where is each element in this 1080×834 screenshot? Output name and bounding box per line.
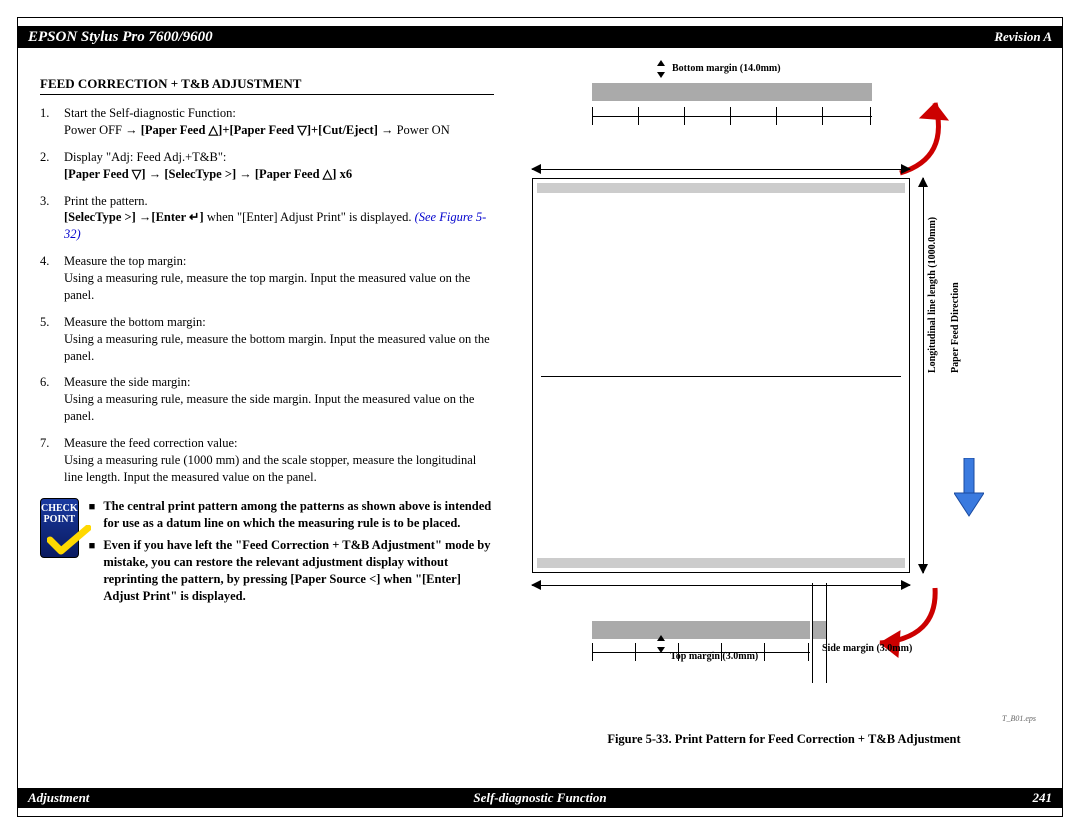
- step-4: Measure the top margin: Using a measurin…: [40, 253, 494, 304]
- step-3: Print the pattern. [SelecType >] →[Enter…: [40, 193, 494, 244]
- left-column: FEED CORRECTION + T&B ADJUSTMENT Start t…: [18, 58, 508, 776]
- label-top-margin: Top margin (3.0mm): [670, 651, 758, 662]
- dim-bottom-margin: [657, 66, 667, 82]
- eps-filename: T_B01.eps: [1002, 714, 1036, 723]
- side-slice: [812, 621, 826, 639]
- header-bar: EPSON Stylus Pro 7600/9600 Revision A: [18, 26, 1062, 48]
- print-pattern-frame: [532, 178, 910, 573]
- step-7: Measure the feed correction value: Using…: [40, 435, 494, 486]
- hdim-top: [532, 159, 910, 179]
- step-5: Measure the bottom margin: Using a measu…: [40, 314, 494, 365]
- pattern-bar-bottom: [592, 621, 810, 639]
- footer-center: Self-diagnostic Function: [18, 790, 1062, 806]
- pattern-bar-top: [592, 83, 872, 101]
- label-bottom-margin: Bottom margin (14.0mm): [672, 63, 781, 74]
- blue-arrow-icon: [954, 458, 984, 518]
- dim-top-margin: [657, 641, 667, 657]
- step-1: Start the Self-diagnostic Function: Powe…: [40, 105, 494, 139]
- label-longitudinal: Longitudinal line length (1000.0mm): [927, 217, 938, 373]
- header-revision: Revision A: [994, 29, 1052, 45]
- datum-line: [541, 376, 901, 377]
- ticks-top: [592, 107, 872, 125]
- checkpoint-text: ■The central print pattern among the pat…: [89, 498, 494, 611]
- section-title: FEED CORRECTION + T&B ADJUSTMENT: [40, 76, 494, 95]
- header-title: EPSON Stylus Pro 7600/9600: [28, 29, 213, 46]
- hdim-bottom: [532, 575, 910, 595]
- steps-list: Start the Self-diagnostic Function: Powe…: [40, 105, 494, 486]
- footer-bar: Adjustment Self-diagnostic Function 241: [18, 788, 1062, 808]
- step-6: Measure the side margin: Using a measuri…: [40, 374, 494, 425]
- step-2: Display "Adj: Feed Adj.+T&B": [Paper Fee…: [40, 149, 494, 183]
- label-side-margin: Side margin (3.0mm): [822, 643, 912, 654]
- label-feed-direction: Paper Feed Direction: [950, 282, 961, 373]
- figure-area: Bottom margin (14.0mm): [508, 58, 1062, 776]
- checkpoint-box: CHECK POINT ■The central print pattern a…: [40, 498, 494, 611]
- checkpoint-badge: CHECK POINT: [40, 498, 79, 558]
- checkmark-icon: [47, 525, 91, 555]
- figure-caption: Figure 5-33. Print Pattern for Feed Corr…: [522, 732, 1046, 747]
